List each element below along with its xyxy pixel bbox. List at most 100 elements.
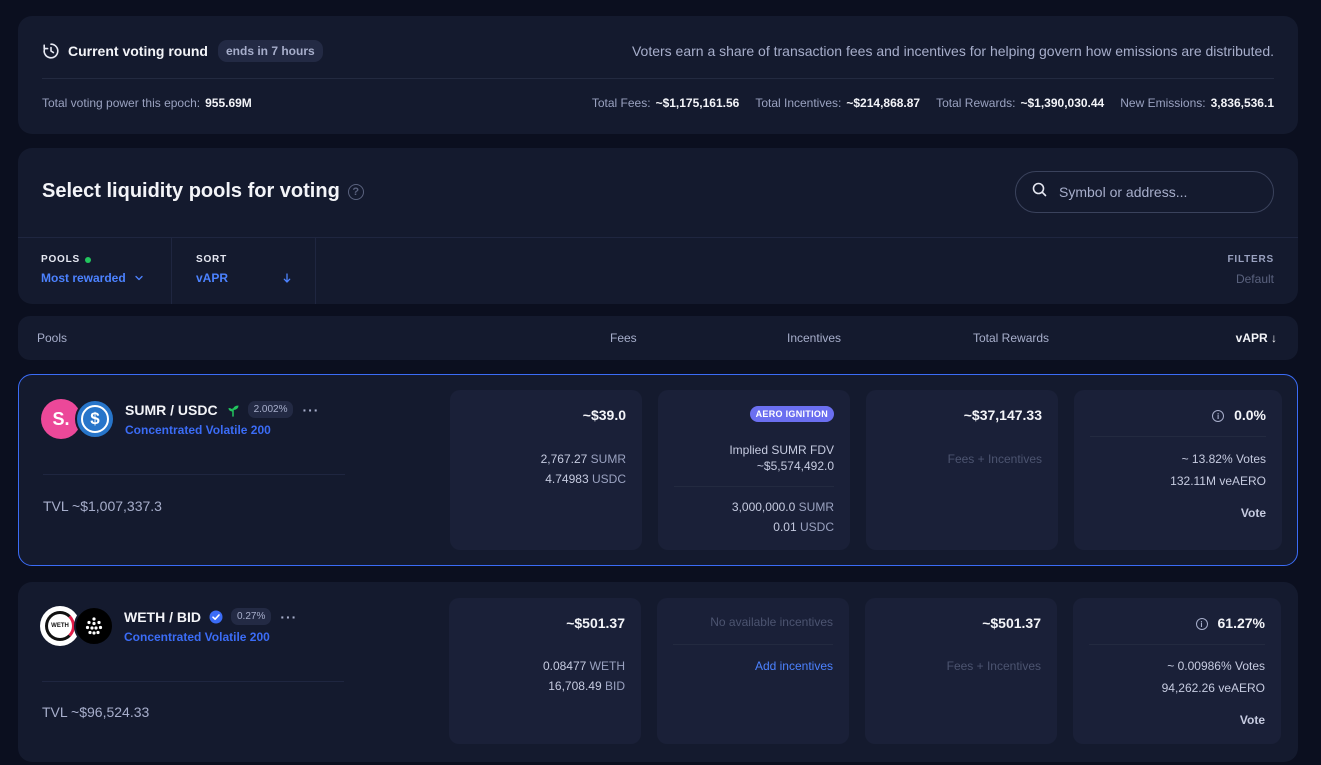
pool-name: SUMR / USDC 2.002% ··· (125, 401, 319, 418)
round-description: Voters earn a share of transaction fees … (631, 43, 1274, 59)
divider (1089, 644, 1265, 645)
info-icon[interactable]: i (1212, 410, 1225, 423)
pool-type[interactable]: Concentrated Volatile 200 (125, 423, 271, 437)
divider (1090, 436, 1266, 437)
incentive-amount-token-2: 0.01 USDC (773, 520, 834, 534)
divider (673, 644, 833, 645)
no-incentives-text: No available incentives (710, 615, 833, 629)
fee-badge: 2.002% (247, 401, 294, 418)
round-header: Current voting round ends in 7 hours Vot… (42, 40, 1274, 62)
table-header: Pools Fees Incentives Total Rewards vAPR… (18, 316, 1298, 360)
search-icon (1032, 182, 1047, 202)
incentives-cell: No available incentives Add incentives (657, 598, 849, 744)
add-incentives-link[interactable]: Add incentives (755, 659, 833, 673)
fee-badge: 0.27% (231, 608, 272, 625)
pool-row[interactable]: S. $ SUMR / USDC 2.002% ··· Concentrated… (18, 374, 1298, 566)
rewards-total: ~$501.37 (982, 615, 1041, 631)
stat-total-rewards: Total Rewards: ~$1,390,030.44 (936, 96, 1105, 110)
implied-fdv-value: ~$5,574,492.0 (756, 459, 834, 473)
sprout-icon (226, 403, 240, 417)
fees-total: ~$501.37 (566, 615, 625, 631)
divider (315, 237, 316, 304)
stat-total-incentives: Total Incentives: ~$214,868.87 (755, 96, 921, 110)
voting-power-label: Total voting power this epoch: (42, 96, 201, 110)
voting-power-value: 955.69M (205, 96, 252, 110)
verified-icon (209, 610, 223, 624)
votes-percent: ~ 0.00986% Votes (1167, 659, 1265, 673)
sort-label: SORT (196, 254, 227, 265)
filters-toggle[interactable]: FILTERS Default (1227, 254, 1274, 286)
column-vapr[interactable]: vAPR ↓ (1236, 331, 1277, 345)
pools-filter[interactable]: POOLS Most rewarded (18, 237, 171, 304)
search-input[interactable] (1059, 184, 1259, 200)
fee-amount-token-1: 0.08477 WETH (542, 659, 625, 673)
votes-percent: ~ 13.82% Votes (1181, 452, 1266, 466)
rewards-note: Fees + Incentives (946, 659, 1041, 673)
column-incentives[interactable]: Incentives (787, 331, 841, 345)
clock-icon (42, 42, 60, 60)
fees-cell: ~$501.37 0.08477 WETH 16,708.49 BID (449, 598, 641, 744)
info-icon[interactable]: i (1195, 618, 1208, 631)
stat-new-emissions: New Emissions: 3,836,536.1 (1120, 96, 1274, 110)
more-options-icon[interactable]: ··· (302, 402, 319, 418)
vote-cell: i 61.27% ~ 0.00986% Votes 94,262.26 veAER… (1073, 598, 1281, 744)
ve-votes: 132.11M veAERO (1170, 474, 1266, 488)
vapr-value: i 61.27% (1195, 615, 1265, 631)
divider (674, 486, 834, 487)
column-pools: Pools (37, 331, 68, 345)
divider (42, 78, 1274, 79)
voting-round-panel: Current voting round ends in 7 hours Vot… (18, 16, 1298, 134)
chevron-down-icon (135, 275, 143, 281)
pool-type[interactable]: Concentrated Volatile 200 (124, 630, 270, 644)
incentive-amount-token-1: 3,000,000.0 SUMR (731, 500, 834, 514)
pool-pair[interactable]: WETH / BID (124, 609, 201, 625)
usdc-token-icon: $ (75, 399, 115, 439)
pool-name: WETH / BID 0.27% ··· (124, 608, 297, 625)
pools-filter-value: Most rewarded (41, 271, 126, 285)
search-box[interactable] (1015, 171, 1274, 213)
incentives-cell: AERO IGNITION Implied SUMR FDV ~$5,574,4… (658, 390, 850, 550)
stat-total-fees: Total Fees: ~$1,175,161.56 (591, 96, 740, 110)
ends-badge: ends in 7 hours (218, 40, 323, 62)
more-options-icon[interactable]: ··· (280, 609, 297, 625)
active-dot-icon (85, 256, 92, 263)
vote-button[interactable]: Vote (1241, 506, 1266, 520)
aero-ignition-badge: AERO IGNITION (749, 406, 834, 422)
round-title: Current voting round (68, 43, 208, 59)
select-pools-panel: Select liquidity pools for voting ? POOL… (18, 148, 1298, 304)
column-total-rewards[interactable]: Total Rewards (973, 331, 1049, 345)
filters-label: FILTERS (1227, 254, 1274, 265)
pool-row[interactable]: WETH WETH / BID 0.27% ··· Concentrated V… (18, 582, 1298, 762)
column-fees[interactable]: Fees (610, 331, 637, 345)
round-stats: Total voting power this epoch: 955.69M T… (42, 94, 1274, 112)
filters-value: Default (1235, 272, 1274, 286)
pool-pair[interactable]: SUMR / USDC (125, 402, 218, 418)
pool-token-logos: S. $ (41, 399, 117, 439)
arrow-down-icon (283, 273, 291, 283)
sort-value: vAPR (196, 271, 229, 285)
sort-selector[interactable]: SORT vAPR (172, 237, 315, 304)
rewards-cell: ~$501.37 Fees + Incentives (865, 598, 1057, 744)
vote-cell: i 0.0% ~ 13.82% Votes 132.11M veAERO Vote (1074, 390, 1282, 550)
divider (43, 474, 345, 475)
fee-amount-token-2: 16,708.49 BID (548, 679, 625, 693)
implied-fdv-label: Implied SUMR FDV (729, 443, 834, 457)
pools-filter-label: POOLS (41, 254, 81, 265)
pool-tvl: TVL ~$96,524.33 (42, 704, 150, 720)
vapr-value: i 0.0% (1212, 407, 1266, 423)
divider (42, 681, 344, 682)
fee-amount-token-2: 4.74983 USDC (545, 472, 626, 486)
pool-tvl: TVL ~$1,007,337.3 (43, 498, 162, 514)
vote-button[interactable]: Vote (1240, 713, 1265, 727)
fees-cell: ~$39.0 2,767.27 SUMR 4.74983 USDC (450, 390, 642, 550)
ve-votes: 94,262.26 veAERO (1161, 681, 1265, 695)
fee-amount-token-1: 2,767.27 SUMR (540, 452, 626, 466)
help-icon[interactable]: ? (347, 183, 364, 200)
pool-token-logos: WETH (40, 606, 116, 646)
page-title-text: Select liquidity pools for voting (42, 180, 340, 202)
bid-token-icon (74, 606, 114, 646)
rewards-total: ~$37,147.33 (963, 407, 1042, 423)
page-title: Select liquidity pools for voting ? (42, 180, 364, 203)
fees-total: ~$39.0 (582, 407, 626, 423)
rewards-note: Fees + Incentives (947, 452, 1042, 466)
